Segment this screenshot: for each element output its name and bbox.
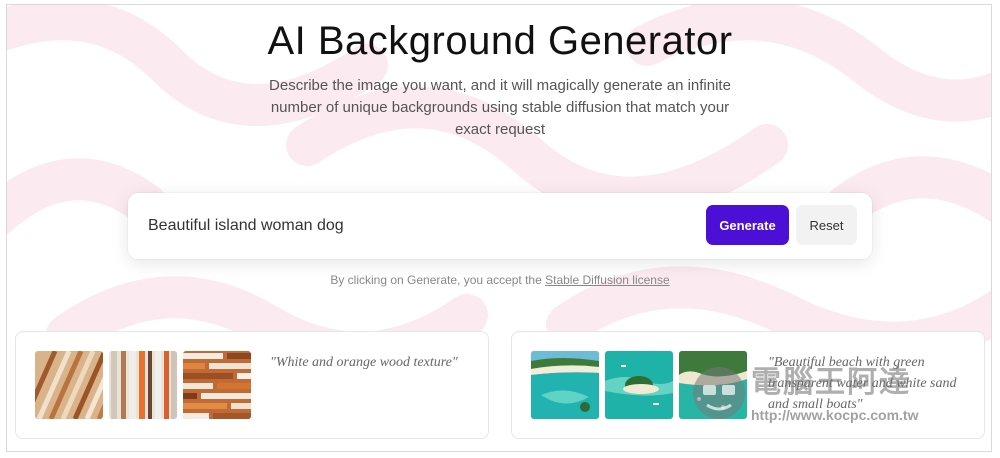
wood-texture-thumb-3[interactable]	[183, 351, 251, 419]
license-prefix: By clicking on Generate, you accept the	[330, 273, 546, 287]
generate-button[interactable]: Generate	[706, 205, 789, 245]
example-caption-beach: "Beautiful beach with green transparent …	[768, 355, 957, 412]
wood-texture-thumb-2[interactable]	[109, 351, 177, 419]
app-frame: AI Background Generator Describe the ima…	[6, 4, 992, 452]
beach-thumb-2[interactable]	[605, 351, 673, 419]
example-card-beach[interactable]: "Beautiful beach with green transparent …	[511, 331, 985, 439]
stable-diffusion-license-link[interactable]: Stable Diffusion license	[545, 273, 670, 287]
page-title: AI Background Generator	[267, 19, 733, 63]
beach-thumb-1[interactable]	[531, 351, 599, 419]
reset-button[interactable]: Reset	[796, 205, 857, 245]
example-card-wood[interactable]: "White and orange wood texture"	[15, 331, 489, 439]
beach-thumb-3[interactable]	[679, 351, 747, 419]
example-caption-wood: "White and orange wood texture"	[270, 355, 458, 370]
wood-texture-thumb-1[interactable]	[35, 351, 103, 419]
license-notice: By clicking on Generate, you accept the …	[7, 273, 991, 287]
page-subtitle: Describe the image you want, and it will…	[269, 77, 731, 138]
prompt-input[interactable]	[148, 211, 688, 241]
prompt-search-bar: Generate Reset	[128, 193, 872, 259]
